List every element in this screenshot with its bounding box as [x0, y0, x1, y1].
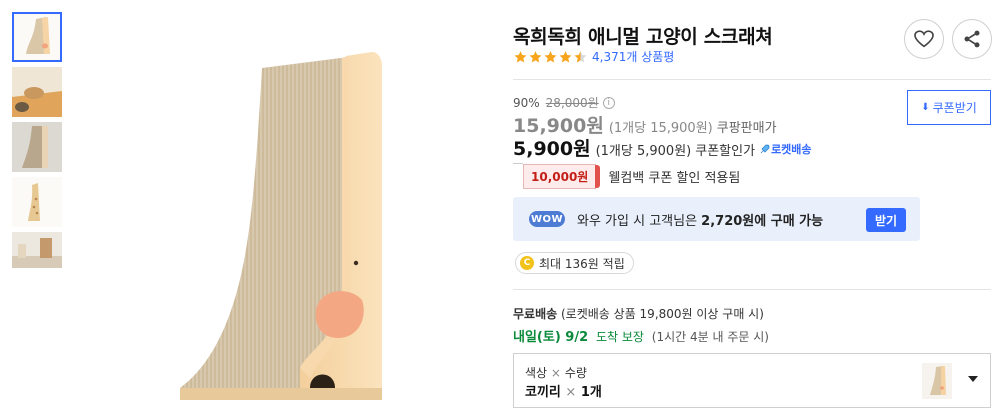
wow-badge: WOW: [529, 211, 565, 227]
coupon-price-row: 5,900원 (1개당 5,900원) 쿠폰할인가 로켓배송: [513, 134, 812, 161]
coupon-download-button[interactable]: ⬇ 쿠폰받기: [907, 90, 991, 125]
welcome-coupon-badge: 10,000원: [523, 164, 601, 189]
wow-text-prefix: 와우 가입 시 고객님은: [577, 213, 702, 229]
star-icon: [514, 50, 527, 62]
thumbnail-cat-on-scratcher[interactable]: [12, 67, 62, 117]
share-button[interactable]: [952, 19, 992, 59]
arrival-date: 내일(토) 9/2: [513, 330, 589, 345]
star-icon: [544, 50, 557, 62]
thumbnail-elephant-scratcher[interactable]: [12, 12, 62, 62]
wow-get-button[interactable]: 받기: [866, 208, 906, 232]
share-icon: [964, 30, 980, 48]
wishlist-button[interactable]: [904, 19, 944, 59]
option-header-color: 색상: [525, 366, 548, 380]
wow-membership-box: WOW 와우 가입 시 고객님은 2,720원에 구매 가능 받기: [513, 197, 920, 241]
arrival-guarantee: 도착 보장: [595, 330, 644, 344]
arrival-note: (1시간 4분 내 주문 시): [651, 330, 769, 344]
cash-reward-text: 최대 136원 적립: [539, 256, 625, 271]
thumbnail-giraffe-scratcher[interactable]: [12, 177, 62, 227]
discount-row: 90% 28,000원 i: [513, 94, 615, 111]
cash-reward-pill: C 최대 136원 적립: [515, 252, 634, 274]
thumbnail-list: [12, 12, 62, 273]
star-icon: [559, 50, 572, 62]
rocket-delivery-label: 로켓배송: [771, 143, 812, 156]
wow-text: 와우 가입 시 고객님은 2,720원에 구매 가능: [577, 210, 823, 229]
original-price: 28,000원: [545, 96, 599, 110]
star-icon: [529, 50, 542, 62]
chevron-down-icon: [968, 376, 978, 382]
option-thumbnail: [922, 363, 952, 399]
star-rating: [513, 50, 588, 64]
coupon-unit-price: (1개당 5,900원): [595, 144, 692, 159]
thumbnail-scratcher-side[interactable]: [12, 122, 62, 172]
wow-price: 2,720원에 구매 가능: [701, 213, 824, 229]
coupon-button-label: 쿠폰받기: [932, 101, 977, 115]
coin-icon: C: [520, 256, 534, 270]
download-icon: ⬇: [921, 102, 930, 113]
welcome-coupon-row: 10,000원 웰컴백 쿠폰 할인 적용됨: [523, 164, 740, 189]
option-value-color: 코끼리: [525, 385, 561, 400]
option-selector[interactable]: 색상 × 수량 코끼리 × 1개: [513, 353, 991, 408]
arrival-row: 내일(토) 9/2 도착 보장 (1시간 4분 내 주문 시): [513, 326, 769, 345]
option-header: 색상 × 수량: [525, 364, 587, 381]
free-shipping-label: 무료배송: [513, 307, 558, 321]
review-count-link[interactable]: 4,371개 상품평: [592, 48, 674, 65]
rating-row[interactable]: 4,371개 상품평: [513, 48, 674, 65]
product-info-panel: 옥희독희 애니멀 고양이 스크래쳐 4,371개 상품평 90% 28,000원…: [513, 0, 1002, 418]
free-shipping-detail: (로켓배송 상품 19,800원 이상 구매 시): [561, 307, 764, 321]
free-shipping-row: 무료배송 (로켓배송 상품 19,800원 이상 구매 시): [513, 305, 764, 322]
option-header-qty: 수량: [564, 366, 587, 380]
main-product-image: [150, 48, 410, 418]
option-value: 코끼리 × 1개: [525, 381, 602, 400]
rocket-delivery-badge: 로켓배송: [759, 141, 812, 157]
welcome-coupon-text: 웰컴백 쿠폰 할인 적용됨: [608, 171, 741, 186]
divider-top: [513, 79, 991, 80]
option-value-sep: ×: [565, 385, 577, 400]
heart-icon: [914, 30, 934, 48]
option-value-qty: 1개: [580, 385, 602, 400]
product-title: 옥희독희 애니멀 고양이 스크래쳐: [513, 26, 773, 48]
divider-shipping: [513, 289, 991, 290]
discount-rate: 90%: [513, 95, 540, 110]
divider-dotted: [513, 163, 523, 164]
rocket-icon: [760, 144, 770, 154]
thumbnail-room-scene[interactable]: [12, 232, 62, 268]
coupon-price-label: 쿠폰할인가: [695, 144, 756, 159]
info-icon[interactable]: i: [602, 96, 615, 109]
option-header-sep: ×: [550, 366, 561, 380]
coupon-price: 5,900원: [513, 138, 591, 160]
star-half-icon: [574, 50, 587, 62]
